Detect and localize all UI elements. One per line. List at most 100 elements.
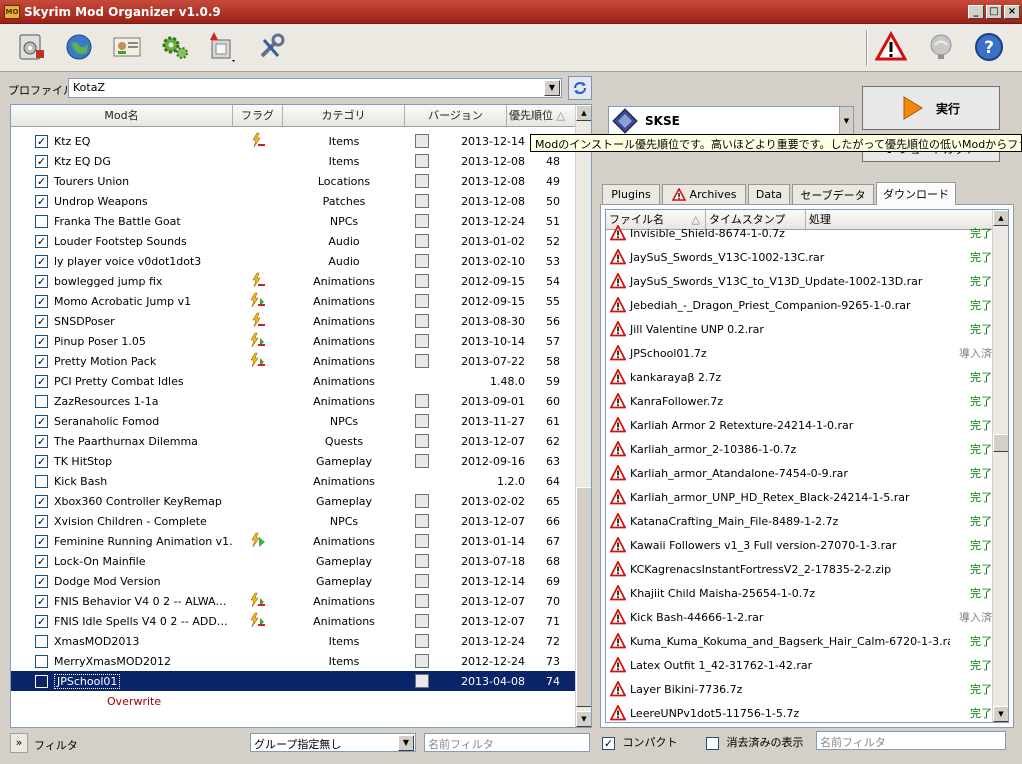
scroll-down-icon[interactable]: ▼ bbox=[576, 711, 591, 727]
mod-list[interactable]: Mod名 フラグ カテゴリ バージョン 優先順位 △ ✓ Ktz EQ Items 2… bbox=[10, 104, 592, 728]
download-row[interactable]: Karliah_armor_Atandalone-7454-0-9.rar 完了 bbox=[606, 461, 994, 485]
mod-row[interactable]: ✓ Undrop Weapons Patches 2013-12-08 50 bbox=[11, 191, 577, 211]
download-row[interactable]: Khajiit Child Maisha-25654-1-0.7z 完了 bbox=[606, 581, 994, 605]
mod-enabled-checkbox[interactable] bbox=[35, 654, 48, 668]
mod-row[interactable]: ✓ bowlegged jump fix Animations 2012-09-15 5… bbox=[11, 271, 577, 291]
mod-enabled-checkbox[interactable]: ✓ bbox=[35, 454, 48, 468]
mod-enabled-checkbox[interactable]: ✓ bbox=[35, 294, 48, 308]
download-row[interactable]: KatanaCrafting_Main_File-8489-1-2.7z 完了 bbox=[606, 509, 994, 533]
overwrite-row[interactable]: Overwrite bbox=[11, 691, 577, 711]
scroll-up-icon[interactable]: ▲ bbox=[993, 210, 1008, 226]
tab-data[interactable]: Data bbox=[748, 184, 790, 204]
col-category[interactable]: カテゴリ bbox=[283, 105, 405, 126]
disk-install-icon[interactable] bbox=[14, 30, 48, 64]
download-row[interactable]: Layer Bikini-7736.7z 完了 bbox=[606, 677, 994, 701]
download-row[interactable]: Jebediah_-_Dragon_Priest_Companion-9265-… bbox=[606, 293, 994, 317]
mod-row[interactable]: ✓ Xbox360 Controller KeyRemap Gameplay 2013… bbox=[11, 491, 577, 511]
download-row[interactable]: Kuma_Kuma_Kokuma_and_Bagserk_Hair_Calm-6… bbox=[606, 629, 994, 653]
download-row[interactable]: Karliah_armor_2-10386-1-0.7z 完了 bbox=[606, 437, 994, 461]
mod-enabled-checkbox[interactable]: ✓ bbox=[35, 534, 48, 548]
download-row[interactable]: kankarayaβ 2.7z 完了 bbox=[606, 365, 994, 389]
mod-row[interactable]: ✓ Louder Footstep Sounds Audio 2013-01-02 52 bbox=[11, 231, 577, 251]
maximize-button[interactable]: □ bbox=[986, 4, 1002, 19]
gears-icon[interactable] bbox=[158, 30, 192, 64]
mod-row[interactable]: ✓ Ktz EQ DG Items 2013-12-08 48 bbox=[11, 151, 577, 171]
mod-name-filter-input[interactable]: 名前フィルタ bbox=[424, 733, 590, 752]
mod-enabled-checkbox[interactable]: ✓ bbox=[35, 514, 48, 528]
mod-row[interactable]: Kick Bash Animations 1.2.0 64 bbox=[11, 471, 577, 491]
mod-row[interactable]: ZazResources 1-1a Animations 2013-09-01 60 bbox=[11, 391, 577, 411]
download-row[interactable]: Karliah_armor_UNP_HD_Retex_Black-24214-1… bbox=[606, 485, 994, 509]
download-row[interactable]: Invisible_Shield-8674-1-0.7z 完了 bbox=[606, 221, 994, 245]
downloads-scrollbar[interactable]: ▲ ▼ bbox=[992, 210, 1008, 722]
tools-icon[interactable] bbox=[254, 30, 288, 64]
minimize-button[interactable]: _ bbox=[968, 4, 984, 19]
chevron-down-icon[interactable]: ▼ bbox=[839, 107, 853, 135]
mod-list-scrollbar[interactable]: ▲ ▼ bbox=[575, 105, 591, 727]
mod-enabled-checkbox[interactable]: ✓ bbox=[35, 614, 48, 628]
mod-enabled-checkbox[interactable]: ✓ bbox=[35, 334, 48, 348]
chevron-down-icon[interactable]: ▼ bbox=[544, 80, 560, 96]
mod-enabled-checkbox[interactable]: ✓ bbox=[35, 314, 48, 328]
mod-enabled-checkbox[interactable]: ✓ bbox=[35, 574, 48, 588]
mod-enabled-checkbox[interactable]: ✓ bbox=[35, 174, 48, 188]
download-row[interactable]: Jill Valentine UNP 0.2.rar 完了 bbox=[606, 317, 994, 341]
download-row[interactable]: Kawaii Followers v1_3 Full version-27070… bbox=[606, 533, 994, 557]
mod-row[interactable]: ✓ Tourers Union Locations 2013-12-08 49 bbox=[11, 171, 577, 191]
tab-plugins[interactable]: Plugins bbox=[602, 184, 660, 204]
executable-select[interactable]: SKSE ▼ bbox=[608, 106, 854, 136]
chevron-down-icon[interactable]: ▼ bbox=[398, 735, 414, 751]
mod-row[interactable]: JPSchool01 2013-04-08 74 bbox=[11, 671, 577, 691]
mod-row[interactable]: ✓ Feminine Running Animation v1… Animation… bbox=[11, 531, 577, 551]
globe-nexus-icon[interactable] bbox=[62, 30, 96, 64]
mod-enabled-checkbox[interactable]: ✓ bbox=[35, 594, 48, 608]
mod-enabled-checkbox[interactable] bbox=[35, 474, 48, 488]
mod-row[interactable]: ✓ Seranaholic Fomod NPCs 2013-11-27 61 bbox=[11, 411, 577, 431]
mod-row[interactable]: ✓ FNIS Idle Spells V4 0 2 -- ADD… Animatio… bbox=[11, 611, 577, 631]
mod-enabled-checkbox[interactable]: ✓ bbox=[35, 154, 48, 168]
group-select[interactable]: グループ指定無し ▼ bbox=[250, 733, 416, 752]
run-button[interactable]: 実行 bbox=[862, 86, 1000, 130]
download-row[interactable]: KanraFollower.7z 完了 bbox=[606, 389, 994, 413]
download-row[interactable]: Latex Outfit 1_42-31762-1-42.rar 完了 bbox=[606, 653, 994, 677]
mod-enabled-checkbox[interactable]: ✓ bbox=[35, 414, 48, 428]
scroll-up-icon[interactable]: ▲ bbox=[576, 105, 591, 121]
download-row[interactable]: Karliah Armor 2 Retexture-24214-1-0.rar 完… bbox=[606, 413, 994, 437]
scroll-thumb[interactable] bbox=[993, 434, 1008, 452]
mod-enabled-checkbox[interactable] bbox=[35, 214, 48, 228]
col-flags[interactable]: フラグ bbox=[233, 105, 283, 126]
tab-saves[interactable]: セーブデータ bbox=[792, 184, 874, 204]
compact-check[interactable]: ✓ bbox=[602, 736, 615, 750]
downloads-list[interactable]: ファイル名 △ タイムスタンプ 処理 Invisible_Shield-8674… bbox=[605, 209, 1009, 723]
mod-row[interactable]: ✓ Momo Acrobatic Jump v1 Animations 2012-09… bbox=[11, 291, 577, 311]
mod-enabled-checkbox[interactable]: ✓ bbox=[35, 274, 48, 288]
mod-enabled-checkbox[interactable]: ✓ bbox=[35, 234, 48, 248]
mod-row[interactable]: ✓ Pinup Poser 1.05 Animations 2013-10-14 57 bbox=[11, 331, 577, 351]
mod-enabled-checkbox[interactable]: ✓ bbox=[35, 554, 48, 568]
update-icon[interactable] bbox=[924, 30, 958, 64]
mod-row[interactable]: MerryXmasMOD2012 Items 2012-12-24 73 bbox=[11, 651, 577, 671]
download-row[interactable]: LeereUNPv1dot5-11756-1-5.7z 完了 bbox=[606, 701, 994, 722]
mod-enabled-checkbox[interactable]: ✓ bbox=[35, 134, 48, 148]
mod-row[interactable]: Franka The Battle Goat NPCs 2013-12-24 51 bbox=[11, 211, 577, 231]
mod-row[interactable]: ✓ Lock-On Mainfile Gameplay 2013-07-18 68 bbox=[11, 551, 577, 571]
mod-enabled-checkbox[interactable]: ✓ bbox=[35, 494, 48, 508]
mod-enabled-checkbox[interactable]: ✓ bbox=[35, 194, 48, 208]
download-row[interactable]: JaySuS_Swords_V13C_to_V13D_Update-1002-1… bbox=[606, 269, 994, 293]
profile-select[interactable]: KotaZ ▼ bbox=[68, 78, 562, 98]
download-row[interactable]: JaySuS_Swords_V13C-1002-13C.rar 完了 bbox=[606, 245, 994, 269]
show-removed-checkbox[interactable]: 消去済みの表示 bbox=[706, 734, 804, 750]
mod-enabled-checkbox[interactable] bbox=[35, 674, 48, 688]
close-button[interactable]: × bbox=[1004, 4, 1020, 19]
tab-downloads[interactable]: ダウンロード bbox=[876, 182, 956, 205]
mod-row[interactable]: ✓ PCI Pretty Combat Idles Animations 1.48.0… bbox=[11, 371, 577, 391]
mod-row[interactable]: ✓ Xvision Children - Complete NPCs 2013-12-… bbox=[11, 511, 577, 531]
mod-enabled-checkbox[interactable] bbox=[35, 394, 48, 408]
mod-enabled-checkbox[interactable]: ✓ bbox=[35, 374, 48, 388]
mod-enabled-checkbox[interactable]: ✓ bbox=[35, 434, 48, 448]
show-removed-check[interactable] bbox=[706, 736, 719, 750]
mod-row[interactable]: XmasMOD2013 Items 2013-12-24 72 bbox=[11, 631, 577, 651]
mod-row[interactable]: ✓ FNIS Behavior V4 0 2 -- ALWA… Animations… bbox=[11, 591, 577, 611]
col-version[interactable]: バージョン bbox=[405, 105, 507, 126]
tab-archives[interactable]: Archives bbox=[662, 184, 746, 204]
